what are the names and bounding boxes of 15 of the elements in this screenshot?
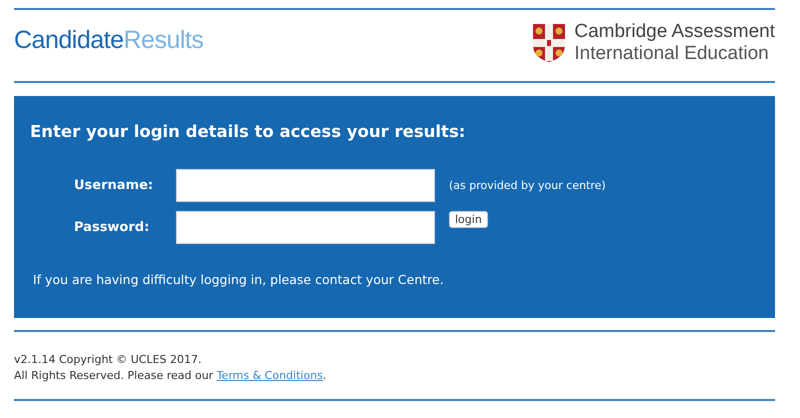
field-label: Password:	[74, 219, 150, 237]
field-hint: (as provided by your centre)	[449, 178, 606, 194]
password-field[interactable]	[176, 211, 435, 244]
crest-icon	[532, 22, 566, 62]
version-text: v2.1.14 Copyright © UCLES 2017.	[14, 352, 203, 368]
login-button[interactable]: login	[449, 210, 488, 228]
login-heading: Enter your login details to access your results:	[30, 121, 466, 143]
org-subtitle: International Education	[574, 42, 770, 64]
help-text: If you are having difficulty logging in, please contact your Centre.	[33, 270, 445, 289]
username-field[interactable]	[176, 169, 435, 202]
terms-link[interactable]: Terms & Conditions	[216, 369, 323, 382]
rights-text: All Rights Reserved. Please read our Terms & Conditions.	[14, 368, 328, 384]
site-logo: CandidateResults	[14, 24, 204, 56]
org-name: Cambridge Assessment	[574, 20, 775, 42]
field-label: Username:	[74, 177, 154, 195]
